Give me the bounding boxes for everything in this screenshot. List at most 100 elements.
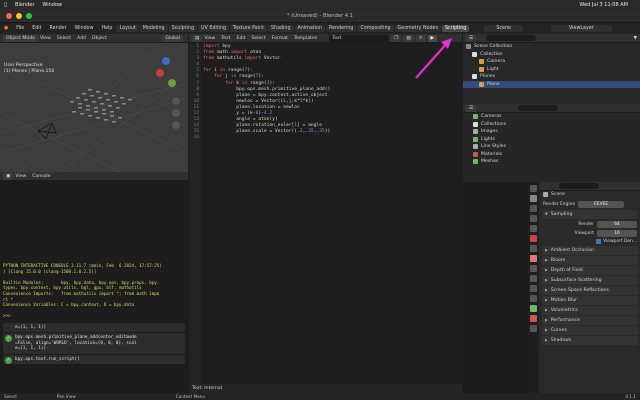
blender-logo-icon[interactable]: ● <box>0 26 12 31</box>
close-window-button[interactable] <box>6 13 12 19</box>
mode-selector[interactable]: Object Mode <box>3 34 38 42</box>
viewport-menu-add[interactable]: Add <box>77 36 86 41</box>
text-menu-format[interactable]: Format <box>272 36 288 41</box>
code-area[interactable]: 1 2 3 4 5 6 7 8 9 10 11 12 13 14 15 16 import bpy from m… <box>189 44 462 384</box>
outliner-scene-collection[interactable]: Scene Collection <box>463 43 640 51</box>
text-menu-text[interactable]: Text <box>221 36 230 41</box>
outliner-item[interactable]: Light <box>463 66 640 74</box>
window-menu[interactable]: Window <box>42 2 62 8</box>
tab-geometry-nodes[interactable]: Geometry Nodes <box>394 25 442 32</box>
outliner-item[interactable]: Planes <box>463 73 640 81</box>
new-text-icon[interactable]: ❐ <box>391 34 402 42</box>
viewport-menu-view[interactable]: View <box>40 36 51 41</box>
panel-depth-of-field[interactable]: ▶ Depth of Field <box>542 265 638 275</box>
data-item-materials[interactable]: Materials <box>463 151 640 159</box>
panel-subsurface-scattering[interactable]: ▶ Subsurface Scattering <box>542 275 638 285</box>
data-tab-icon[interactable] <box>530 305 537 312</box>
panel-curves[interactable]: ▶ Curves <box>542 325 638 335</box>
python-console[interactable]: ▣ View Console PYTHON INTERACTIVE CONSOL… <box>0 172 188 393</box>
collection-tab-icon[interactable] <box>530 245 537 252</box>
text-menu-view[interactable]: View <box>204 36 215 41</box>
minimize-window-button[interactable] <box>16 13 22 19</box>
modifier-tab-icon[interactable] <box>530 265 537 272</box>
render-engine-dropdown[interactable]: EEVEE <box>578 200 625 208</box>
3d-viewport[interactable]: Object Mode View Select Add Object Globa… <box>0 34 188 172</box>
data-item-meshes[interactable]: Meshes <box>463 158 640 166</box>
text-menu-templates[interactable]: Templates <box>294 36 317 41</box>
constraints-tab-icon[interactable] <box>530 295 537 302</box>
view-layer-selector[interactable]: ViewLayer <box>550 25 612 32</box>
transform-orientation[interactable]: Global <box>162 34 183 42</box>
blend-data-outliner[interactable]: ☰ Cameras Collections Images Lights Line… <box>463 104 640 182</box>
console-menu-view[interactable]: View <box>15 174 26 179</box>
text-editor[interactable]: ▤ View Text Edit Select Format Templates… <box>189 34 462 393</box>
tab-texture-paint[interactable]: Texture Paint <box>230 25 267 32</box>
tab-compositing[interactable]: Compositing <box>357 25 394 32</box>
outliner-search-field[interactable] <box>486 35 537 41</box>
panel-bloom[interactable]: ▶ Bloom <box>542 255 638 265</box>
outliner-item[interactable]: Camera <box>463 58 640 66</box>
properties-search-field[interactable] <box>559 183 599 189</box>
data-item-cameras[interactable]: Cameras <box>463 113 640 121</box>
object-tab-icon[interactable] <box>530 255 537 262</box>
outliner-editor-type[interactable]: ☰ <box>466 34 477 42</box>
panel-screen-space-reflections[interactable]: ▶ Screen Space Reflections <box>542 285 638 295</box>
panel-volumetrics[interactable]: ▶ Volumetrics <box>542 305 638 315</box>
blend-data-editor-type[interactable]: ☰ <box>466 104 477 112</box>
console-editor-type[interactable]: ▣ <box>3 172 14 180</box>
viewport-menu-select[interactable]: Select <box>57 36 71 41</box>
zoom-window-button[interactable] <box>26 13 32 19</box>
tab-scripting[interactable]: Scripting <box>442 25 470 32</box>
panel-shadows[interactable]: ▶ Shadows <box>542 335 638 345</box>
view-layer-tab-icon[interactable] <box>530 215 537 222</box>
panel-ambient-occlusion[interactable]: ▶ Ambient Occlusion <box>542 245 638 255</box>
panel-sampling[interactable]: ▼ Sampling <box>542 209 638 219</box>
console-menu-console[interactable]: Console <box>32 174 50 179</box>
render-samples-field[interactable]: 64 <box>597 220 637 228</box>
text-menu-select[interactable]: Select <box>251 36 265 41</box>
tab-layout[interactable]: Layout <box>116 25 139 32</box>
data-item-collections[interactable]: Collections <box>463 121 640 129</box>
menu-window[interactable]: Window <box>71 26 98 31</box>
viewport-samples-field[interactable]: 16 <box>597 229 637 237</box>
material-tab-icon[interactable] <box>530 315 537 322</box>
data-item-images[interactable]: Images <box>463 128 640 136</box>
scene-tab-icon[interactable] <box>530 225 537 232</box>
render-tab-icon[interactable] <box>530 195 537 202</box>
app-menu[interactable]: Blender <box>15 2 34 8</box>
viewport-menu-object[interactable]: Object <box>92 36 107 41</box>
tab-shading[interactable]: Shading <box>268 25 294 32</box>
text-editor-type[interactable]: ▤ <box>192 34 203 42</box>
outliner-item[interactable]: Collection <box>463 51 640 59</box>
tab-rendering[interactable]: Rendering <box>325 25 357 32</box>
panel-performance[interactable]: ▶ Performance <box>542 315 638 325</box>
menu-file[interactable]: File <box>12 26 28 31</box>
scene-selector[interactable]: Scene <box>484 25 523 32</box>
data-item-line-styles[interactable]: Line Styles <box>463 143 640 151</box>
output-tab-icon[interactable] <box>530 205 537 212</box>
outliner-item[interactable]: Plane <box>463 80 640 88</box>
tab-uv-editing[interactable]: UV Editing <box>198 25 230 32</box>
tab-modeling[interactable]: Modeling <box>139 25 168 32</box>
code-line[interactable]: plane.scale = Vector((.2,.35,.35)) <box>203 129 330 135</box>
menu-edit[interactable]: Edit <box>28 26 45 31</box>
texture-tab-icon[interactable] <box>530 325 537 332</box>
panel-motion-blur[interactable]: ▶ Motion Blur <box>542 295 638 305</box>
tool-tab-icon[interactable] <box>530 185 537 192</box>
physics-tab-icon[interactable] <box>530 285 537 292</box>
blend-data-search-field[interactable] <box>518 105 559 111</box>
data-item-lights[interactable]: Lights <box>463 136 640 144</box>
menu-help[interactable]: Help <box>98 26 117 31</box>
text-datablock-field[interactable]: Text <box>329 34 390 42</box>
world-tab-icon[interactable] <box>530 235 537 242</box>
text-menu-edit[interactable]: Edit <box>237 36 246 41</box>
tab-animation[interactable]: Animation <box>294 25 325 32</box>
code-line[interactable] <box>203 135 330 141</box>
filter-icon[interactable]: ▼ <box>633 36 637 41</box>
particles-tab-icon[interactable] <box>530 275 537 282</box>
menu-render[interactable]: Render <box>46 26 71 31</box>
viewport-denoise-checkbox[interactable] <box>596 238 602 244</box>
code-lines[interactable]: import bpy from math import atan from math… <box>203 44 330 142</box>
tab-sculpting[interactable]: Sculpting <box>168 25 197 32</box>
apple-icon[interactable]:  <box>4 2 7 8</box>
